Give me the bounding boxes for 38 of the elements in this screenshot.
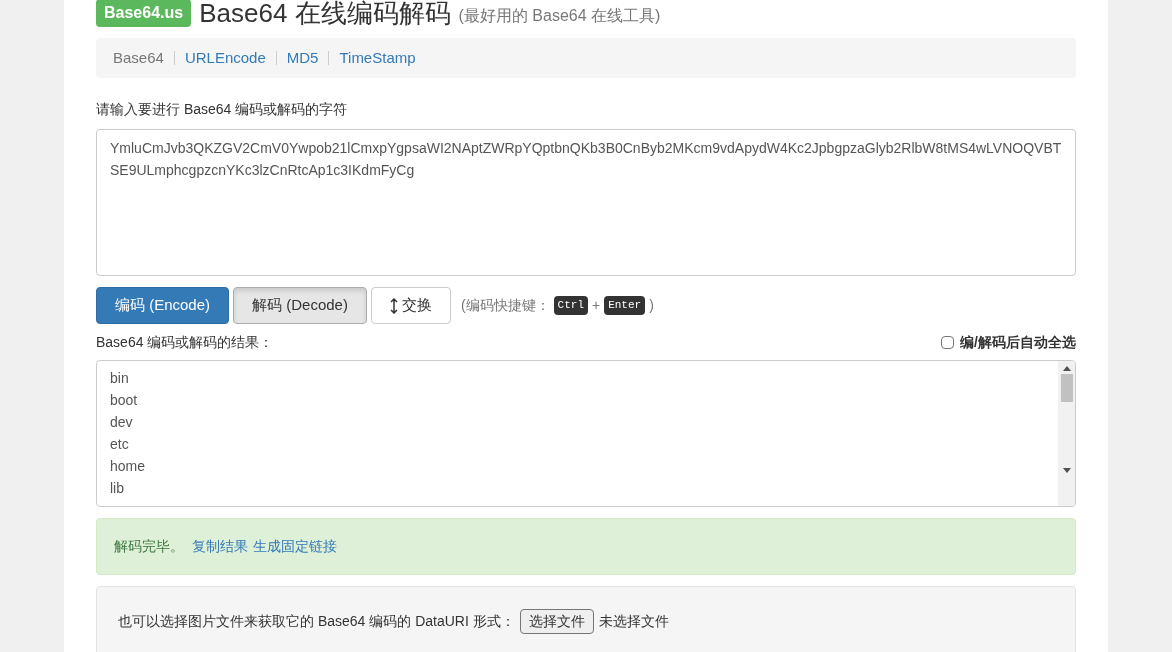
result-line: boot <box>110 391 139 410</box>
result-line: bin <box>110 369 130 388</box>
result-label: Base64 编码或解码的结果： <box>96 333 274 352</box>
nav-link[interactable]: Base64 <box>113 46 164 70</box>
scrollbar[interactable] <box>1058 361 1075 506</box>
auto-select-checkbox[interactable] <box>941 336 955 349</box>
scrollbar-thumb[interactable] <box>1060 374 1073 402</box>
input-textarea[interactable]: YmluCmJvb3QKZGV2CmV0Ywpob21lCmxpYgpsaWI2NAptZWRpYQptbnQKb3B0CnByb2MKcm9vdApydW4Kc2JpbgpzaGlyb2RlbW8tMS4wLVNOQVBTSE9ULmphcgpzcnYKc3lzCnRtcAp1c3IKdmFyCg <box>96 129 1076 276</box>
input-label: 请输入要进行 Base64 编码或解码的字符 <box>96 100 349 119</box>
up-down-arrow-icon <box>389 297 398 314</box>
result-textarea[interactable]: bin boot dev etc home lib <box>96 360 1076 507</box>
nav-link[interactable]: MD5 <box>286 46 319 70</box>
shortcut-hint: (编码快捷键： <box>460 296 550 315</box>
page-subtitle: (最好用的 Base64 在线工具) <box>458 6 661 26</box>
file-panel-label: 也可以选择图片文件来获取它的 Base64 编码的 DataURI 形式： <box>118 611 515 631</box>
decode-button[interactable]: 解码 (Decode) <box>233 287 367 324</box>
shortcut-hint-end: ) <box>649 296 654 315</box>
result-line: etc <box>110 435 130 454</box>
keyboard-key: Enter <box>604 296 646 315</box>
alert-link[interactable]: 复制结果 <box>192 536 248 557</box>
plus-sign: + <box>592 296 601 315</box>
scroll-down-icon[interactable] <box>1062 468 1071 473</box>
page-title: Base64 在线编码解码 <box>199 0 451 28</box>
result-line: dev <box>110 413 134 432</box>
alert-link[interactable]: 生成固定链接 <box>253 536 337 557</box>
result-line: lib <box>110 479 125 498</box>
logo-badge: Base64.us <box>96 0 192 27</box>
result-line: home <box>110 457 147 476</box>
nav-link[interactable]: URLEncode <box>184 46 266 70</box>
choose-file-button[interactable]: 选择文件 <box>519 608 594 634</box>
keyboard-key: Ctrl <box>553 296 588 315</box>
nav-link[interactable]: TimeStamp <box>339 46 416 70</box>
auto-select-label: 编/解码后自动全选 <box>960 333 1076 352</box>
encode-button[interactable]: 编码 (Encode) <box>96 287 230 324</box>
scroll-up-icon[interactable] <box>1062 366 1071 371</box>
swap-button[interactable]: 交换 <box>370 287 451 324</box>
alert-message: 解码完毕。 <box>114 537 184 556</box>
file-status: 未选择文件 <box>598 611 669 631</box>
